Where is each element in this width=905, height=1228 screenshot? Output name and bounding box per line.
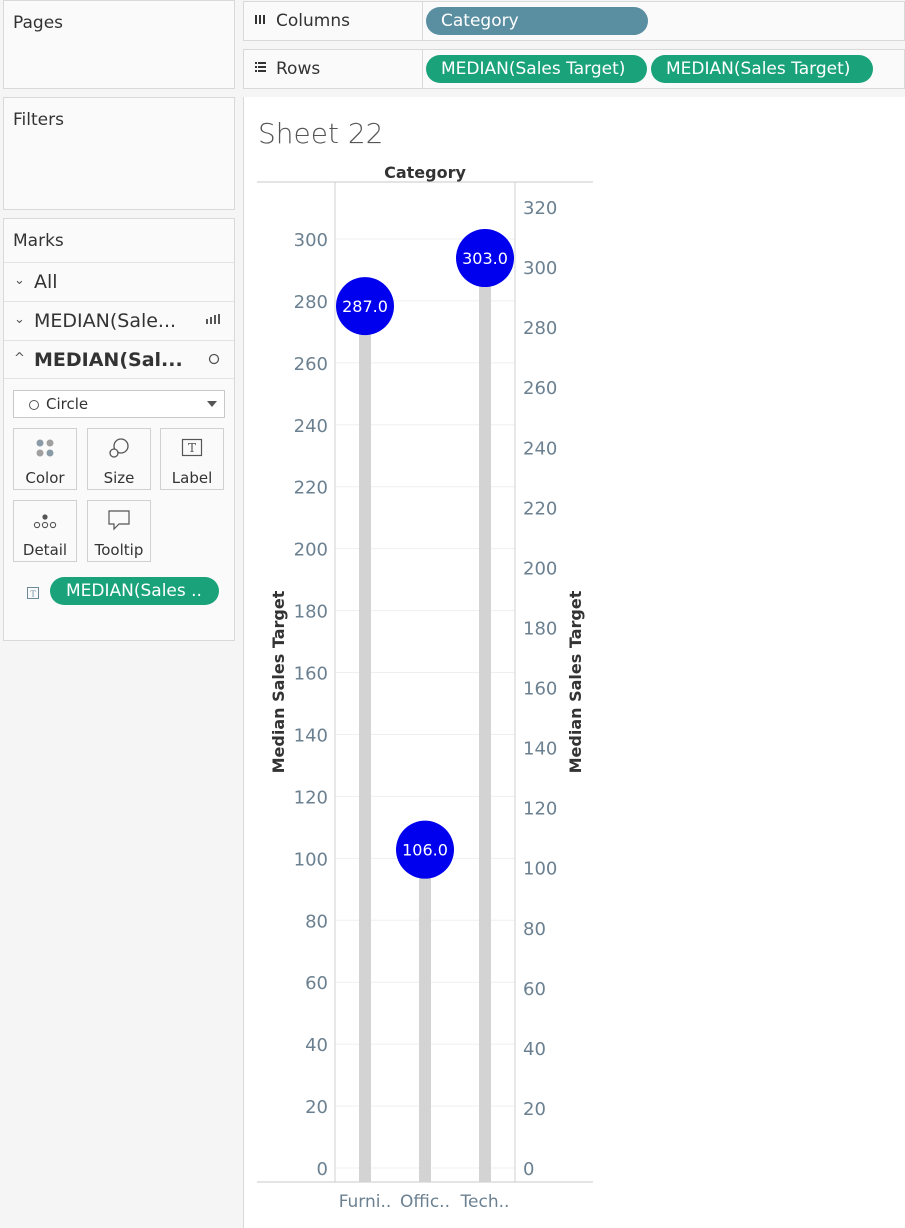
left-tick-label: 40 (305, 1035, 328, 1056)
right-tick-label: 180 (523, 618, 557, 639)
label-field-pill[interactable]: MEDIAN(Sales .. (50, 577, 219, 605)
columns-label: Columns (276, 11, 350, 31)
detail-icon (14, 509, 76, 531)
color-label: Color (25, 469, 65, 487)
filters-panel[interactable]: Filters (3, 97, 235, 210)
left-tick-label: 140 (294, 725, 328, 746)
text-label-icon: T (161, 437, 223, 459)
svg-text:T: T (188, 441, 196, 455)
rows-icon (254, 61, 266, 76)
mark-type-dropdown[interactable]: Circle (13, 390, 225, 418)
marks-card-all-label: All (34, 271, 58, 293)
right-tick-label: 200 (523, 558, 557, 579)
right-tick-label: 0 (523, 1159, 534, 1180)
marks-title: Marks (13, 231, 64, 251)
right-tick-label: 240 (523, 438, 557, 459)
label-button[interactable]: T Label (160, 428, 224, 490)
marks-card-median-1-label: MEDIAN(Sale... (34, 310, 177, 332)
bar (359, 279, 371, 1182)
marks-card-median-1[interactable]: ⌄ MEDIAN(Sale... (4, 301, 234, 340)
text-label-icon: T (27, 584, 39, 603)
size-button[interactable]: Size (87, 428, 151, 490)
color-icon (14, 437, 76, 459)
size-label: Size (103, 469, 135, 487)
data-label: 287.0 (342, 297, 388, 316)
right-tick-label: 120 (523, 799, 557, 820)
tooltip-button[interactable]: Tooltip (87, 500, 151, 562)
left-tick-label: 160 (294, 664, 328, 685)
size-icon (88, 437, 150, 459)
left-tick-label: 300 (294, 230, 328, 251)
category-label: Tech.. (460, 1192, 510, 1212)
marks-card-median-2-label: MEDIAN(Sal... (34, 349, 183, 371)
lollipop-chart: Category02040608010012014016018020022024… (257, 163, 593, 1212)
mark-type-label: Circle (46, 395, 89, 413)
left-tick-label: 220 (294, 478, 328, 499)
category-label: Offic.. (400, 1192, 450, 1212)
chevron-down-icon: ⌄ (14, 312, 25, 327)
left-tick-label: 120 (294, 787, 328, 808)
marks-card-median-2[interactable]: ^ MEDIAN(Sal... (4, 340, 234, 379)
right-tick-label: 60 (523, 979, 546, 1000)
right-axis-title: Median Sales Target (566, 590, 585, 773)
dropdown-arrow-icon (207, 401, 217, 407)
right-tick-label: 320 (523, 198, 557, 219)
columns-icon (254, 13, 266, 28)
right-tick-label: 80 (523, 919, 546, 940)
chevron-down-icon: ⌄ (14, 273, 25, 288)
tooltip-icon (88, 509, 150, 531)
left-tick-label: 80 (305, 911, 328, 932)
shelf-divider (422, 2, 423, 40)
right-tick-label: 220 (523, 498, 557, 519)
right-tick-label: 160 (523, 679, 557, 700)
detail-label: Detail (22, 541, 68, 559)
bar (479, 229, 491, 1182)
left-tick-label: 280 (294, 292, 328, 313)
data-label: 106.0 (402, 841, 448, 860)
chevron-up-icon: ^ (14, 351, 25, 366)
pages-title: Pages (13, 13, 64, 33)
right-tick-label: 40 (523, 1039, 546, 1060)
data-label: 303.0 (462, 249, 508, 268)
tooltip-label: Tooltip (94, 541, 144, 559)
left-tick-label: 180 (294, 602, 328, 623)
circle-icon (208, 353, 220, 368)
worksheet-view[interactable]: Sheet 22 Category 0 20 40 60 80 100 120 140 160 18… (243, 97, 905, 1228)
detail-button[interactable]: Detail (13, 500, 77, 562)
column-header: Category (384, 163, 466, 182)
left-tick-label: 100 (294, 849, 328, 870)
filters-title: Filters (13, 110, 64, 130)
right-tick-label: 100 (523, 859, 557, 880)
rows-label: Rows (276, 59, 321, 79)
left-tick-label: 200 (294, 540, 328, 561)
bar-chart-icon (206, 314, 220, 327)
left-tick-label: 240 (294, 416, 328, 437)
left-tick-label: 60 (305, 973, 328, 994)
shelf-divider (422, 50, 423, 88)
rows-pill-1[interactable]: MEDIAN(Sales Target) (426, 55, 647, 83)
left-tick-label: 0 (317, 1159, 328, 1180)
marks-card-all[interactable]: ⌄ All (4, 262, 234, 301)
rows-shelf[interactable]: Rows MEDIAN(Sales Target) MEDIAN(Sales T… (243, 49, 905, 89)
right-tick-label: 140 (523, 739, 557, 760)
bar (419, 839, 431, 1182)
columns-pill-category[interactable]: Category (426, 7, 648, 35)
svg-text:T: T (30, 590, 36, 599)
rows-pill-2[interactable]: MEDIAN(Sales Target) (651, 55, 873, 83)
category-label: Furni.. (339, 1192, 392, 1212)
marks-panel: Marks ⌄ All ⌄ MEDIAN(Sale... ^ MEDIAN(Sa… (3, 218, 235, 641)
right-tick-label: 260 (523, 378, 557, 399)
label-label: Label (171, 469, 213, 487)
right-tick-label: 280 (523, 318, 557, 339)
columns-shelf[interactable]: Columns Category (243, 1, 905, 41)
color-button[interactable]: Color (13, 428, 77, 490)
left-axis-title: Median Sales Target (269, 590, 288, 773)
right-tick-label: 300 (523, 258, 557, 279)
right-tick-label: 20 (523, 1099, 546, 1120)
left-tick-label: 20 (305, 1097, 328, 1118)
pages-panel[interactable]: Pages (3, 0, 235, 89)
circle-icon (29, 400, 39, 410)
left-tick-label: 260 (294, 354, 328, 375)
